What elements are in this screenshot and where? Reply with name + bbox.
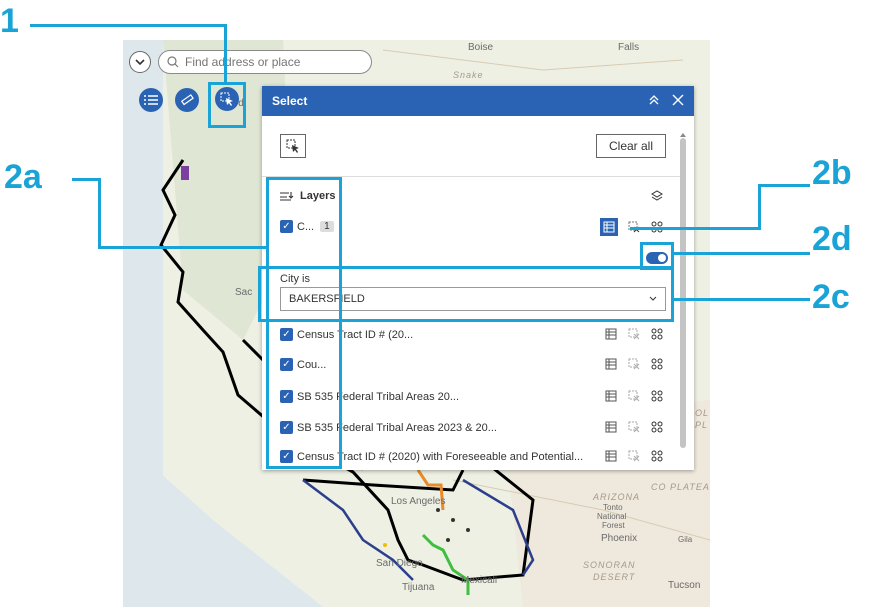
ruler-icon <box>180 94 194 106</box>
expand-search-button[interactable] <box>129 51 151 73</box>
annotation-2b-line-h2 <box>630 227 761 230</box>
clear-selection-icon[interactable] <box>627 357 641 371</box>
map-label-boise: Boise <box>468 42 494 53</box>
annotation-2a-line-h1 <box>72 178 100 181</box>
map-label-san-diego: San Diego <box>376 558 423 569</box>
map-label-phoenix: Phoenix <box>601 533 638 544</box>
annotation-2d: 2d <box>812 220 852 258</box>
map-label-sonoran: SONORAN <box>583 560 636 570</box>
map-label-pl: PL <box>695 420 709 430</box>
annotation-1-box <box>208 82 246 128</box>
clear-selection-icon[interactable] <box>627 449 641 463</box>
more-options-icon[interactable] <box>650 420 664 434</box>
map-label-national: National <box>597 512 627 521</box>
map-label-sac: Sac <box>235 287 253 298</box>
panel-header: Select <box>262 86 694 116</box>
map-label-desert: DESERT <box>593 572 636 582</box>
layer-actions <box>604 449 664 463</box>
select-by-shape-button[interactable] <box>280 134 306 158</box>
annotation-2a: 2a <box>4 158 42 196</box>
layers-options-icon[interactable] <box>650 189 664 208</box>
panel-scrollbar[interactable] <box>679 126 687 464</box>
show-table-icon[interactable] <box>600 218 618 236</box>
map-label-tijuana: Tijuana <box>402 582 435 593</box>
layer-actions <box>604 420 664 434</box>
layer-actions <box>604 327 664 341</box>
clear-selection-icon[interactable] <box>627 389 641 403</box>
show-table-icon[interactable] <box>604 327 618 341</box>
show-table-icon[interactable] <box>604 357 618 371</box>
layer-list-button[interactable] <box>139 88 163 112</box>
map-label-los-angeles: Los Angeles <box>391 496 446 507</box>
show-table-icon[interactable] <box>604 420 618 434</box>
chevron-down-icon <box>135 59 145 66</box>
layer-actions <box>604 357 664 371</box>
clear-all-button[interactable]: Clear all <box>596 134 666 158</box>
clear-selection-icon[interactable] <box>627 420 641 434</box>
panel-title: Select <box>272 94 308 108</box>
measure-button[interactable] <box>175 88 199 112</box>
more-options-icon[interactable] <box>650 389 664 403</box>
map-label-ol: OL <box>695 408 710 418</box>
annotation-2a-line-h2 <box>98 246 268 249</box>
annotation-2d-line <box>672 252 810 255</box>
list-icon <box>144 95 158 105</box>
scrollbar-thumb[interactable] <box>680 138 686 448</box>
map-label-snake: Snake <box>453 70 484 80</box>
more-options-icon[interactable] <box>650 357 664 371</box>
annotation-2a-box <box>266 177 342 469</box>
annotation-1-line-v <box>224 24 227 84</box>
annotation-2c: 2c <box>812 278 850 316</box>
search-input[interactable] <box>183 54 367 70</box>
collapse-icon[interactable] <box>648 93 660 109</box>
map-label-mexicali: Mexicali <box>461 575 498 586</box>
annotation-2b: 2b <box>812 154 852 192</box>
search-box[interactable] <box>158 50 372 74</box>
show-table-icon[interactable] <box>604 449 618 463</box>
layer-actions <box>604 389 664 403</box>
map-label-forest: Forest <box>602 521 625 530</box>
annotation-2b-line-h1 <box>760 184 810 187</box>
select-cursor-icon <box>286 139 299 153</box>
map-label-gila: Gila <box>678 535 693 544</box>
map-label-tonto: Tonto <box>603 503 623 512</box>
annotation-1: 1 <box>0 2 19 40</box>
map-label-co-plateau: CO PLATEAU <box>651 482 710 492</box>
more-options-icon[interactable] <box>650 449 664 463</box>
annotation-1-line-h <box>30 24 226 27</box>
map-label-arizona: ARIZONA <box>593 492 641 502</box>
annotation-2c-box <box>258 266 674 322</box>
more-options-icon[interactable] <box>650 327 664 341</box>
annotation-2a-line-v <box>98 178 101 248</box>
annotation-2b-line-v <box>758 184 761 230</box>
map-label-falls: Falls <box>618 42 640 53</box>
close-icon[interactable] <box>672 93 684 109</box>
show-table-icon[interactable] <box>604 389 618 403</box>
search-icon <box>167 56 179 68</box>
clear-selection-icon[interactable] <box>627 327 641 341</box>
annotation-2c-line <box>672 298 810 301</box>
map-label-tucson: Tucson <box>668 580 701 591</box>
